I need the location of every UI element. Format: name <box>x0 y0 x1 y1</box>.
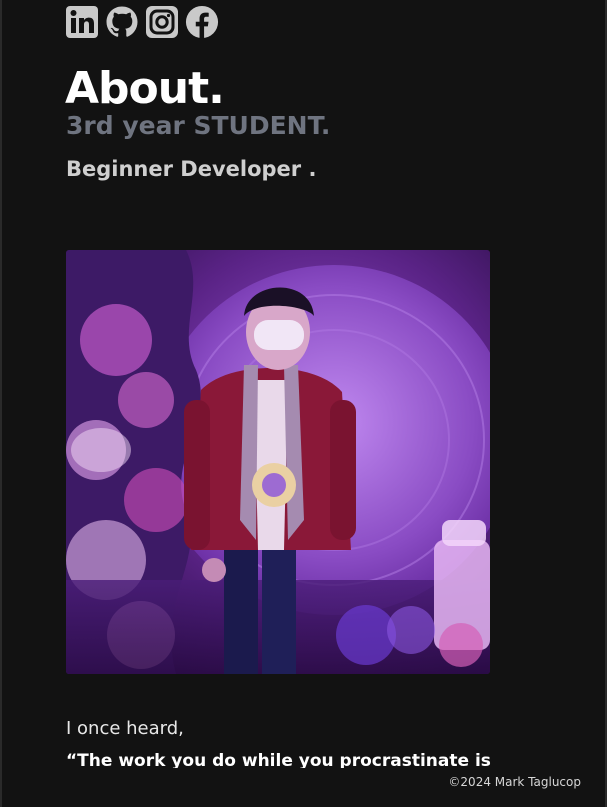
footer-copyright: ©2024 Mark Taglucop <box>448 775 581 789</box>
profile-photo <box>66 250 490 674</box>
page-title: About. <box>65 63 225 114</box>
github-icon[interactable] <box>105 5 139 39</box>
role-text: Beginner Developer . <box>66 157 317 181</box>
facebook-icon[interactable] <box>185 5 219 39</box>
quote-container: “The work you do while you procrastinate… <box>66 748 536 768</box>
page: About. 3rd year STUDENT. Beginner Develo… <box>0 0 607 807</box>
subtitle: 3rd year STUDENT. <box>66 111 331 140</box>
social-links <box>65 5 219 39</box>
intro-text: I once heard, <box>66 718 184 739</box>
quote-text: “The work you do while you procrastinate… <box>66 751 491 768</box>
linkedin-icon[interactable] <box>65 5 99 39</box>
instagram-icon[interactable] <box>145 5 179 39</box>
